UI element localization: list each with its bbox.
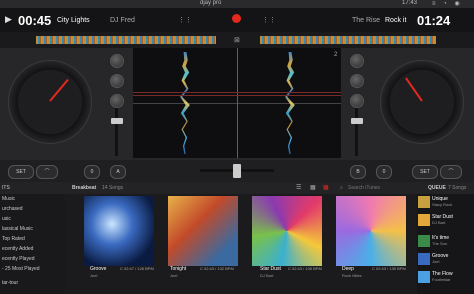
queue-artist: The Sun bbox=[432, 241, 448, 246]
queue-thumb bbox=[418, 271, 430, 283]
left-volume-fader[interactable] bbox=[111, 118, 123, 124]
waveform-view[interactable] bbox=[133, 48, 341, 158]
app-title: djay pro bbox=[200, 0, 222, 6]
grid-active-icon[interactable]: ▦ bbox=[323, 184, 329, 191]
right-pitch-value[interactable]: 0 bbox=[376, 165, 392, 179]
left-mid-knob[interactable] bbox=[110, 94, 124, 108]
list-icon[interactable]: ☰ bbox=[296, 184, 301, 191]
right-deck-menu-icon[interactable]: ⋮⋮ bbox=[262, 16, 276, 24]
right-mid-knob[interactable] bbox=[350, 94, 364, 108]
album-cover-groove[interactable] bbox=[84, 196, 154, 266]
queue-artist: Stacy Rock bbox=[432, 202, 453, 207]
tile-artist: Joel bbox=[90, 273, 98, 278]
left-deck-artist: DJ Fred bbox=[110, 17, 135, 24]
sidebar-item[interactable]: ecently Played bbox=[2, 256, 35, 262]
playlist-title: Breakbeat bbox=[72, 185, 97, 191]
right-volume-fader[interactable] bbox=[351, 118, 363, 124]
play-icon[interactable]: ▶ bbox=[5, 14, 12, 25]
queue-thumb bbox=[418, 235, 430, 247]
album-cover-tonight[interactable] bbox=[168, 196, 238, 266]
left-loop-button[interactable]: ⌒ bbox=[36, 165, 58, 179]
sidebar-item[interactable]: - 25 Most Played bbox=[2, 266, 40, 272]
system-time: 17:43 bbox=[402, 0, 418, 6]
sidebar-item[interactable]: ecently Added bbox=[2, 246, 33, 252]
tile-title: Groove bbox=[90, 266, 107, 272]
sidebar-item[interactable]: usic bbox=[2, 216, 11, 222]
right-turntable[interactable] bbox=[380, 60, 464, 144]
right-overview-waveform[interactable] bbox=[260, 36, 436, 44]
cue-line-2 bbox=[133, 95, 341, 96]
album-cover-deep[interactable] bbox=[336, 196, 406, 266]
grid-icon[interactable]: ▦ bbox=[310, 184, 316, 191]
left-deck-title: City Lights bbox=[57, 17, 90, 24]
right-deck-time: 01:24 bbox=[417, 13, 451, 28]
right-gain-knob[interactable] bbox=[350, 54, 364, 68]
right-loop-button[interactable]: ⌒ bbox=[440, 165, 462, 179]
tile-artist: DJ Bart bbox=[260, 273, 274, 278]
search-icon[interactable]: ⌕ bbox=[340, 185, 343, 191]
system-icons: ≡ ◔ ◉ bbox=[432, 1, 463, 7]
sidebar-header: ITS bbox=[2, 185, 10, 191]
queue-thumb bbox=[418, 253, 430, 265]
right-set-button[interactable]: SET bbox=[412, 165, 438, 179]
left-mode-button[interactable]: A bbox=[110, 165, 126, 179]
queue-artist: DJ Bart bbox=[432, 220, 446, 225]
right-deck-title: Rock it bbox=[385, 17, 407, 24]
sidebar-item[interactable]: Music bbox=[2, 196, 15, 202]
queue-artist: Joel bbox=[432, 259, 440, 264]
left-turntable[interactable] bbox=[8, 60, 92, 144]
cue-line bbox=[133, 92, 341, 93]
left-pitch-value[interactable]: 0 bbox=[84, 165, 100, 179]
left-overview-waveform[interactable] bbox=[36, 36, 216, 44]
crossfader-handle[interactable] bbox=[233, 164, 241, 178]
left-deck-menu-icon[interactable]: ⋮⋮ bbox=[178, 16, 192, 24]
left-volume-track bbox=[115, 108, 118, 156]
left-set-button[interactable]: SET bbox=[8, 165, 34, 179]
record-button[interactable] bbox=[232, 14, 241, 23]
tile-meta: C 02:43 / 105 BPM bbox=[288, 266, 322, 271]
tile-meta: C 02:47 / 126 BPM bbox=[120, 266, 154, 271]
tile-title: Star Dust bbox=[260, 266, 281, 272]
album-cover-star-dust[interactable] bbox=[252, 196, 322, 266]
left-deck-time: 00:45 bbox=[18, 13, 52, 28]
tile-meta: C 02:43 / 130 BPM bbox=[372, 266, 406, 271]
tile-meta: C 02:43 / 132 BPM bbox=[200, 266, 234, 271]
tile-artist: Rock Miles bbox=[342, 273, 362, 278]
right-deck-artist: The Rise bbox=[352, 17, 381, 24]
playhead-line bbox=[237, 48, 238, 158]
song-count: 14 Songs bbox=[102, 185, 124, 191]
queue-header: QUEUE bbox=[428, 185, 446, 191]
tile-title: Deep bbox=[342, 266, 354, 272]
tile-title: Tonight bbox=[170, 266, 187, 272]
sync-icon[interactable]: ⊠ bbox=[234, 36, 240, 44]
queue-count: 7 Songs bbox=[448, 185, 467, 191]
right-deck-number: 2 bbox=[334, 52, 338, 58]
queue-thumb bbox=[418, 196, 430, 208]
right-volume-track bbox=[355, 108, 358, 156]
left-gain-knob[interactable] bbox=[110, 54, 124, 68]
search-input[interactable]: Search iTunes bbox=[348, 185, 380, 191]
queue-thumb bbox=[418, 214, 430, 226]
sidebar-item[interactable]: Top Rated bbox=[2, 236, 25, 242]
right-mode-button[interactable]: B bbox=[350, 165, 366, 179]
right-high-knob[interactable] bbox=[350, 74, 364, 88]
left-high-knob[interactable] bbox=[110, 74, 124, 88]
sidebar-item[interactable]: tar-tour bbox=[2, 280, 18, 286]
sidebar-item[interactable]: lassical Music bbox=[2, 226, 33, 232]
queue-artist: Fourtetdar bbox=[432, 277, 451, 282]
sidebar-item[interactable]: urchased bbox=[2, 206, 23, 212]
tile-artist: Joel bbox=[170, 273, 178, 278]
